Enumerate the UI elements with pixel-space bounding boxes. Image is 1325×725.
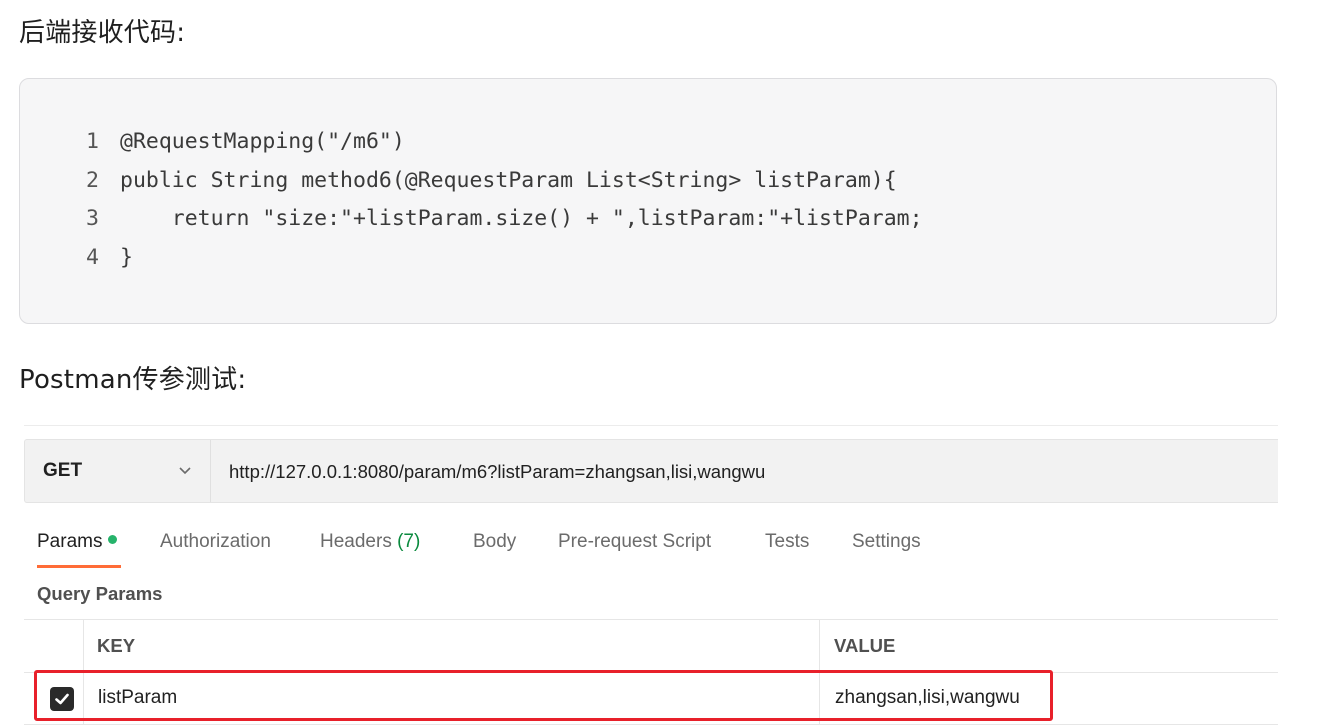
request-tabs: Params Authorization Headers (7) Body Pr… — [24, 527, 1024, 569]
code-text: return "size:"+listParam.size() + ",list… — [120, 206, 923, 231]
chevron-down-icon — [179, 467, 191, 475]
divider — [24, 619, 1278, 620]
line-number: 3 — [86, 206, 99, 231]
divider — [24, 425, 1278, 426]
code-block: 1 @RequestMapping("/m6") 2 public String m… — [19, 78, 1277, 324]
postman-test-heading: Postman传参测试: — [19, 365, 247, 395]
method-label: GET — [43, 460, 83, 481]
code-text: public String method6(@RequestParam List… — [120, 168, 897, 193]
line-number: 4 — [86, 245, 99, 270]
line-number: 1 — [86, 129, 99, 154]
tab-authorization[interactable]: Authorization — [160, 531, 271, 553]
code-line: 2 public String method6(@RequestParam Lis… — [86, 162, 897, 200]
code-line: 1 @RequestMapping("/m6") — [86, 123, 405, 161]
backend-code-heading: 后端接收代码: — [19, 18, 186, 48]
tab-pre-request-script[interactable]: Pre-request Script — [558, 531, 711, 553]
request-url-bar: GET http://127.0.0.1:8080/param/m6?listP… — [24, 439, 1278, 503]
line-number: 2 — [86, 168, 99, 193]
value-column-header: VALUE — [834, 635, 896, 656]
highlight-box — [34, 670, 1053, 721]
code-line: 3 return "size:"+listParam.size() + ",li… — [86, 200, 923, 238]
code-line: 4} — [86, 239, 133, 277]
active-tab-indicator — [37, 565, 121, 568]
code-text: @RequestMapping("/m6") — [120, 129, 405, 154]
params-active-dot — [108, 535, 118, 544]
code-text: } — [120, 245, 133, 270]
key-column-header: KEY — [97, 635, 136, 656]
headers-count: (7) — [397, 531, 421, 552]
tab-headers[interactable]: Headers (7) — [320, 531, 420, 553]
tab-settings[interactable]: Settings — [852, 531, 921, 553]
tab-params[interactable]: Params — [37, 531, 118, 553]
tab-tests[interactable]: Tests — [765, 531, 809, 553]
query-params-title: Query Params — [37, 583, 163, 604]
url-input[interactable]: http://127.0.0.1:8080/param/m6?listParam… — [229, 461, 765, 483]
tab-body[interactable]: Body — [473, 531, 516, 553]
method-select[interactable]: GET — [25, 440, 211, 502]
